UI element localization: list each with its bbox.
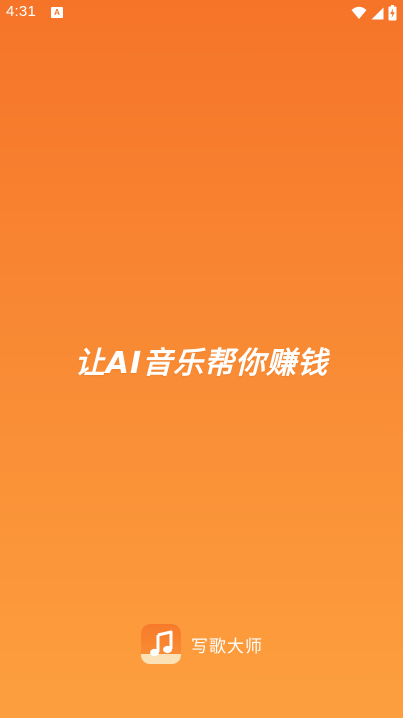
notification-a-icon: A [51,7,63,18]
status-bar: 4:31 A [0,0,403,26]
app-name: 写歌大师 [191,636,263,657]
brand-lockup: 写歌大师 [141,624,263,664]
battery-charging-icon [388,5,397,21]
splash-slogan: 让AI音乐帮你赚钱 [74,346,329,381]
status-time: 4:31 [6,3,36,20]
signal-icon [371,7,384,20]
wifi-icon [351,6,367,20]
status-icons [351,4,397,22]
music-note-icon [141,624,181,664]
